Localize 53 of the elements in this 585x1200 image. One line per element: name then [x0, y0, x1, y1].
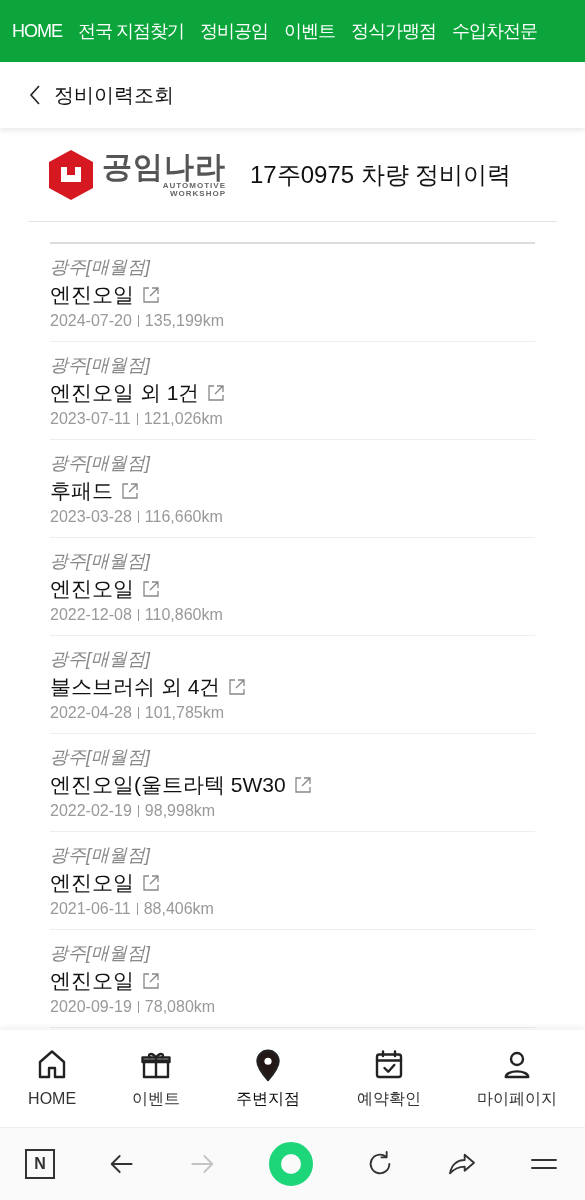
external-link-icon — [293, 776, 312, 794]
record-link[interactable]: 엔진오일 — [50, 574, 535, 604]
record-link[interactable]: 엔진오일 — [50, 280, 535, 310]
external-link-icon — [121, 482, 139, 500]
branch-name: 광주[매월점] — [50, 354, 152, 377]
record-mileage: 101,785km — [144, 703, 224, 723]
record-link[interactable]: 엔진오일 외 1건 — [50, 378, 535, 408]
bottom-nav-item[interactable]: HOME — [28, 1046, 77, 1111]
external-link-icon — [142, 874, 160, 892]
record-date: 2024-07-20 — [50, 311, 132, 331]
branch-name: 광주[매월점] — [50, 746, 152, 769]
record-date: 2022-04-28 — [50, 703, 132, 723]
branch-name: 광주[매월점] — [50, 452, 152, 475]
branch-name: 광주[매월점] — [50, 256, 152, 279]
record-mileage: 110,860km — [144, 605, 223, 625]
record-link[interactable]: 불스브러쉬 외 4건 — [50, 672, 535, 702]
record-link[interactable]: 엔진오일(울트라텍 5W30 — [50, 770, 535, 800]
logo-subtitle: WORKSHOP — [170, 189, 226, 198]
header-title: 정비이력조회 — [54, 83, 174, 108]
record-date: 2021-06-11 — [50, 899, 131, 919]
record-mileage: 116,660km — [144, 507, 223, 527]
logo-icon — [48, 148, 94, 201]
record-mileage: 98,998km — [144, 801, 216, 821]
branch-name: 광주[매월점] — [50, 648, 152, 671]
branch-name: 광주[매월점] — [50, 942, 152, 965]
external-link-icon — [142, 972, 160, 990]
logo-name: 공임나라 — [102, 151, 226, 182]
external-link-icon — [228, 678, 247, 696]
bottom-nav-item[interactable]: 마이페이지 — [476, 1046, 557, 1111]
record-link[interactable]: 엔진오일 — [50, 868, 535, 898]
page-title: 17주0975 차량 정비이력 — [250, 159, 512, 190]
record-date: 2020-09-19 — [50, 997, 132, 1017]
bottom-nav-item[interactable]: 주변지점 — [236, 1046, 301, 1111]
naver-button[interactable]: N — [25, 1149, 56, 1179]
record-mileage: 88,406km — [143, 899, 214, 919]
external-link-icon — [142, 580, 160, 598]
branch-name: 광주[매월점] — [50, 844, 152, 867]
record-mileage: 121,026km — [143, 409, 223, 429]
record-mileage: 78,080km — [144, 997, 216, 1017]
record-link[interactable]: 엔진오일 — [50, 966, 535, 996]
record-date: 2022-02-19 — [50, 801, 132, 821]
external-link-icon — [142, 286, 160, 304]
bottom-nav-item[interactable]: 이벤트 — [132, 1046, 181, 1111]
record-date: 2023-03-28 — [50, 507, 132, 527]
record-date: 2022-12-08 — [50, 605, 132, 625]
external-link-icon — [207, 384, 226, 402]
bottom-nav-item[interactable]: 예약확인 — [356, 1046, 421, 1111]
back-icon[interactable] — [28, 84, 42, 106]
record-date: 2023-07-11 — [50, 409, 131, 429]
branch-name: 광주[매월점] — [50, 550, 152, 573]
logo-subtitle: AUTOMOTIVE — [162, 181, 226, 190]
record-link[interactable]: 후패드 — [50, 476, 535, 506]
record-mileage: 135,199km — [144, 311, 224, 331]
